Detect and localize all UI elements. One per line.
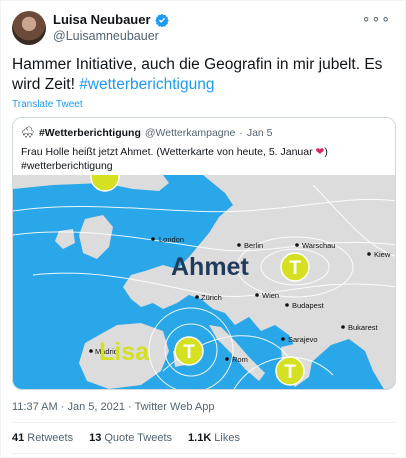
tweet-card: Luisa Neubauer @Luisamneubauer ∘∘∘ Hamme… [0,0,406,458]
city-dot-sarajevo [281,337,285,341]
quoted-author-name[interactable]: #Wetterberichtigung [39,127,141,139]
pressure-name-ahmet: Ahmet [171,253,249,281]
more-icon[interactable]: ∘∘∘ [362,10,391,27]
pressure-symbol: T [289,258,301,279]
meta-separator: · [60,401,65,413]
city-dot-warschau [295,243,299,247]
city-label: Rom [232,355,248,364]
quoted-text: Frau Holle heißt jetzt Ahmet. (Wetterkar… [21,145,387,173]
city-label: Kiew [374,250,391,259]
weather-map[interactable]: London Berlin Warschau Kiew Zürich Wien … [13,175,396,390]
author-name[interactable]: Luisa Neubauer [53,12,151,27]
quoted-author-handle: @Wetterkampagne [144,126,236,139]
city-dot-kiew [367,252,371,256]
verified-badge-icon [154,13,169,27]
city-label: Wien [262,291,279,300]
likes-stat[interactable]: 1.1K Likes [188,432,240,444]
quote-tweets-stat[interactable]: 13 Quote Tweets [89,432,172,444]
quoted-hashtag: #wetterberichtigung [21,160,113,172]
quoted-separator: · [239,126,243,139]
author-row: Luisa Neubauer [53,12,169,27]
city-dot-bukarest [341,325,345,329]
city-label: Zürich [201,293,222,302]
pressure-name-lisa: Lisa [99,338,150,366]
quoted-date[interactable]: Jan 5 [247,127,273,139]
tweet-source[interactable]: Twitter Web App [135,401,215,413]
engagement-stats: 41 Retweets 13 Quote Tweets 1.1K Likes [12,432,240,444]
pressure-symbol: T [183,342,195,363]
divider [12,453,396,454]
city-dot-budapest [285,303,289,307]
low-pressure-symbol-south: T [275,356,305,386]
quoted-header: 🌨 #Wetterberichtigung @Wetterkampagne · … [21,126,273,140]
city-label: Budapest [292,301,325,310]
city-dot-berlin [237,243,241,247]
tweet-time[interactable]: 11:37 AM [12,401,58,413]
tweet-meta: 11:37 AM · Jan 5, 2021 · Twitter Web App [12,401,214,413]
city-dot-madrid [89,349,93,353]
city-dot-london [151,237,155,241]
quoted-tweet[interactable]: 🌨 #Wetterberichtigung @Wetterkampagne · … [12,117,396,390]
city-dot-rom [225,357,229,361]
tweet-text: Hammer Initiative, auch die Geografin in… [12,55,397,95]
city-label: Warschau [302,241,335,250]
city-label: Berlin [244,241,263,250]
author-handle[interactable]: @Luisamneubauer [53,29,159,43]
retweets-stat[interactable]: 41 Retweets [12,432,73,444]
quoted-text-before: Frau Holle heißt jetzt Ahmet. (Wetterkar… [21,146,316,158]
quoted-text-after: ) [324,146,328,158]
meta-separator: · [128,401,132,413]
low-pressure-symbol-lisa: T [174,336,204,366]
low-pressure-symbol-ahmet: T [280,252,310,282]
avatar[interactable] [12,11,46,45]
city-dot-zuerich [195,295,199,299]
pressure-symbol: T [284,362,296,383]
cloud-snow-icon: 🌨 [21,127,35,139]
city-dot-wien [255,293,259,297]
city-label: Bukarest [348,323,379,332]
city-label: London [159,235,184,244]
tweet-date[interactable]: Jan 5, 2021 [67,401,125,413]
translate-tweet-link[interactable]: Translate Tweet [12,99,83,110]
tweet-hashtag-link[interactable]: #wetterberichtigung [79,76,214,93]
divider [12,422,396,423]
city-label: Sarajevo [288,335,318,344]
